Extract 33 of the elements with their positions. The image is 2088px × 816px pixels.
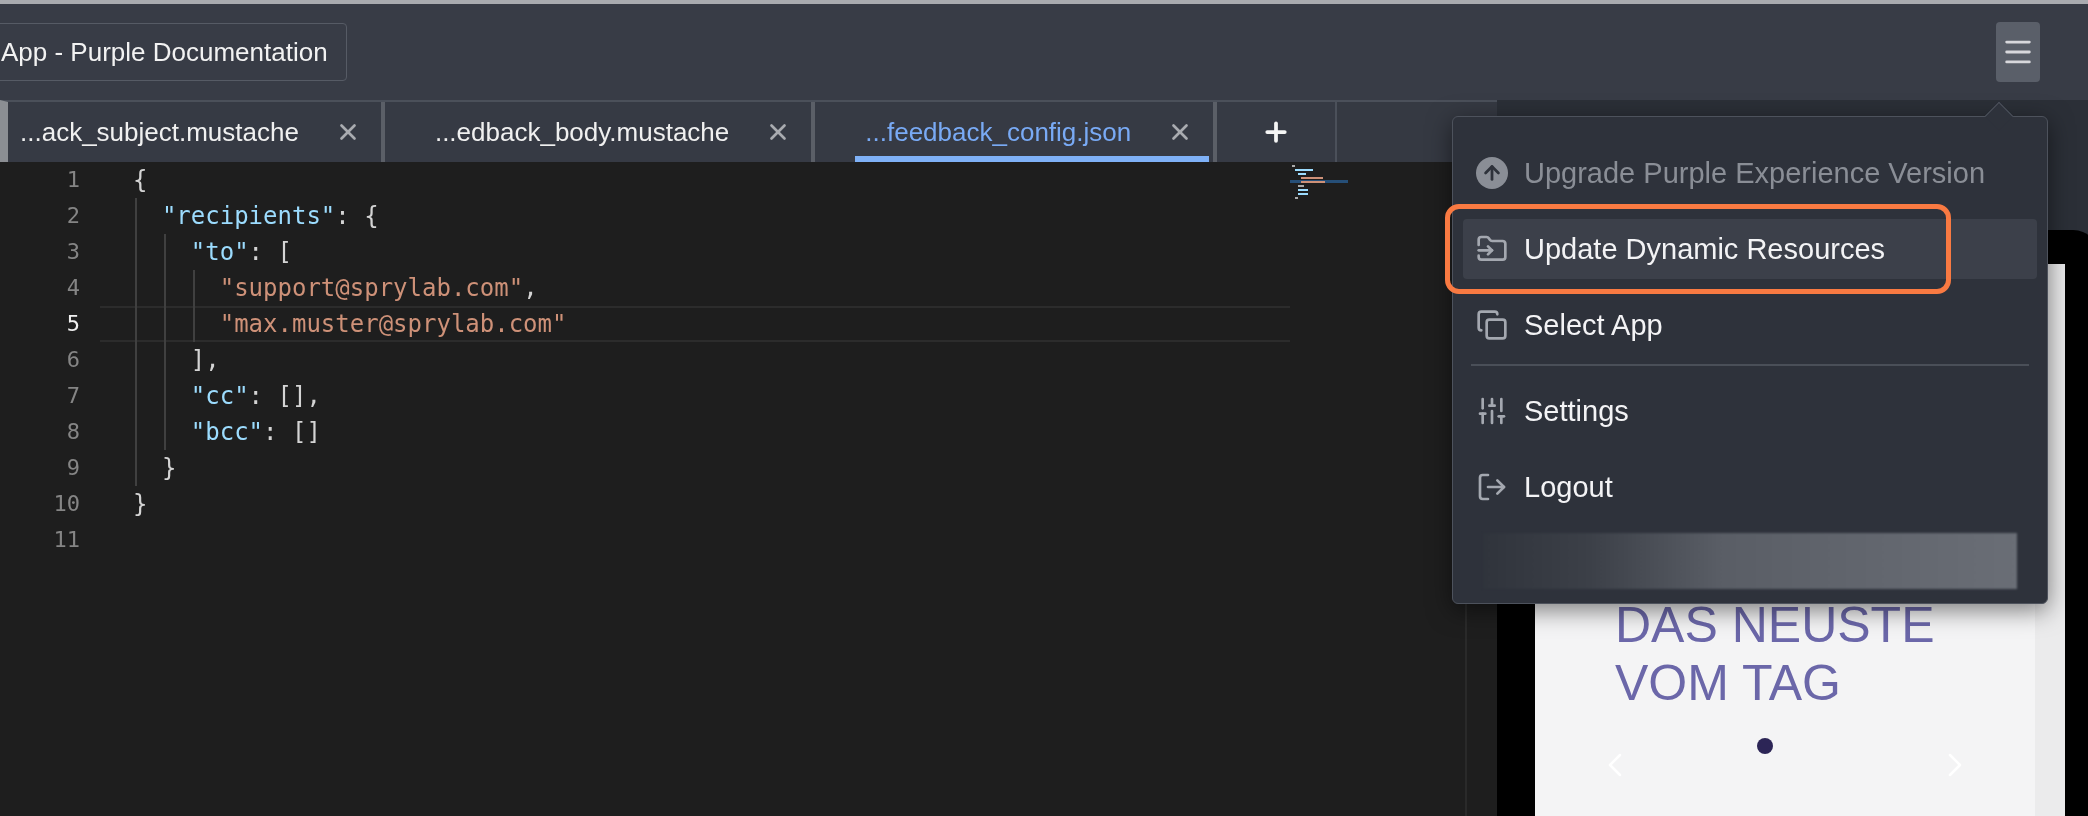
arrow-up-circle-icon [1476, 157, 1508, 189]
code-line: "support@sprylab.com", [219, 273, 538, 304]
menu-button[interactable] [1996, 22, 2040, 82]
sliders-icon [1476, 395, 1508, 427]
code-line: { [133, 165, 148, 196]
code-line: "max.muster@sprylab.com" [219, 309, 567, 340]
line-number: 10 [53, 490, 80, 518]
code-line: } [161, 453, 177, 484]
code-line: "cc": [], [190, 381, 321, 412]
copy-icon [1476, 309, 1508, 341]
line-number: 6 [66, 346, 80, 374]
code-line: "to": [ [190, 237, 292, 268]
code-line: "bcc": [] [190, 417, 321, 448]
code-line: ], [190, 345, 220, 376]
app-title[interactable]: App - Purple Documentation [0, 23, 347, 81]
line-number: 1 [66, 166, 80, 194]
line-number: 5 [66, 310, 80, 338]
menu-item[interactable]: Update Dynamic Resources [1463, 219, 2037, 279]
line-number: 9 [66, 454, 80, 482]
line-number: 7 [66, 382, 80, 410]
logout-icon [1476, 471, 1508, 503]
menu-item[interactable]: Select App [1463, 295, 2037, 355]
code-line: "recipients": { [161, 201, 379, 232]
line-number: 2 [66, 202, 80, 230]
code-line: } [133, 489, 148, 520]
menu-item[interactable]: Logout [1463, 457, 2037, 517]
page-dot[interactable] [1757, 738, 1773, 754]
line-number: 4 [66, 274, 80, 302]
line-number: 11 [53, 526, 80, 554]
line-number: 8 [66, 418, 80, 446]
preview-heading: DAS NEUSTE VOM TAG [1615, 596, 1936, 712]
line-number: 3 [66, 238, 80, 266]
menu-item[interactable]: Settings [1463, 381, 2037, 441]
